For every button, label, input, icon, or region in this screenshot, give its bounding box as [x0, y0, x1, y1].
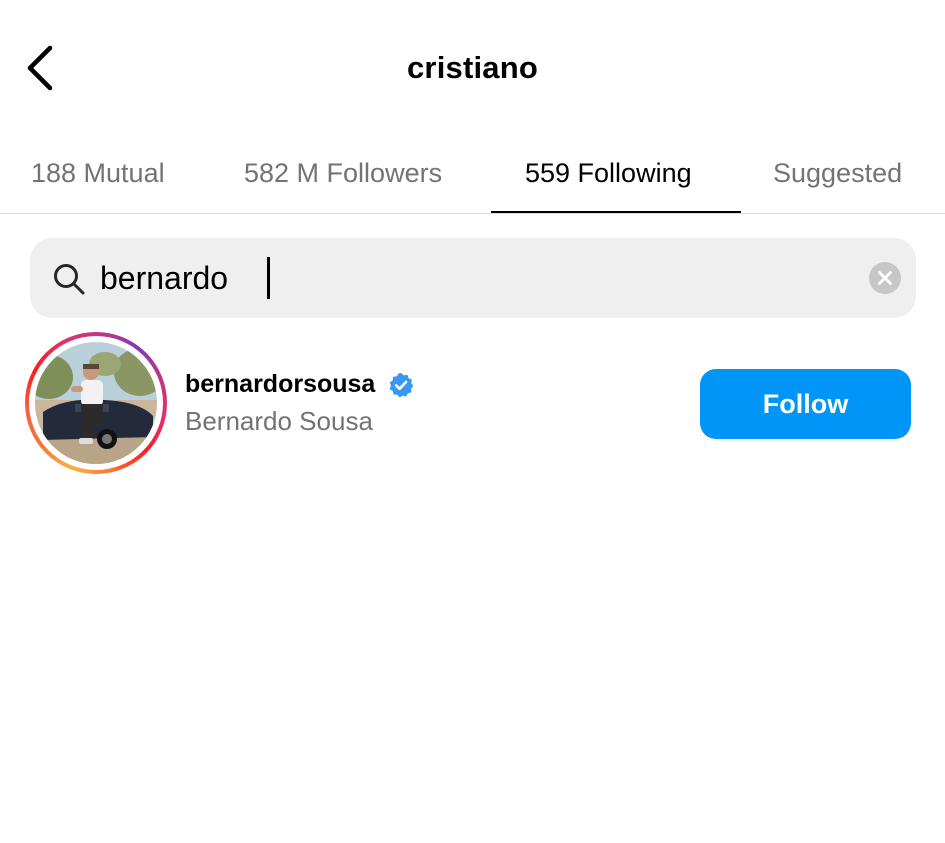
username-line: bernardorsousa	[185, 370, 414, 404]
text-cursor	[267, 257, 270, 299]
search-input[interactable]	[100, 252, 850, 304]
avatar	[35, 342, 157, 464]
tab-mutual[interactable]: 188 Mutual	[31, 148, 165, 198]
clear-icon[interactable]	[868, 261, 902, 295]
search-icon	[54, 264, 85, 295]
tab-followers[interactable]: 582 M Followers	[244, 148, 442, 198]
tab-suggested[interactable]: Suggested	[773, 148, 902, 198]
follow-button[interactable]: Follow	[700, 369, 911, 439]
header: cristiano	[0, 0, 945, 140]
story-ring[interactable]	[25, 332, 167, 474]
page-title: cristiano	[406, 50, 538, 85]
list-item[interactable]: bernardorsousa Bernardo Sousa Follow	[0, 330, 945, 478]
full-name: Bernardo Sousa	[185, 406, 373, 436]
username[interactable]: bernardorsousa	[185, 370, 375, 398]
active-tab-indicator	[491, 211, 741, 213]
verified-badge-icon	[389, 372, 414, 397]
search-bar	[30, 238, 916, 318]
tab-following[interactable]: 559 Following	[525, 148, 692, 198]
tab-bar: 188 Mutual 582 M Followers 559 Following…	[0, 140, 945, 214]
